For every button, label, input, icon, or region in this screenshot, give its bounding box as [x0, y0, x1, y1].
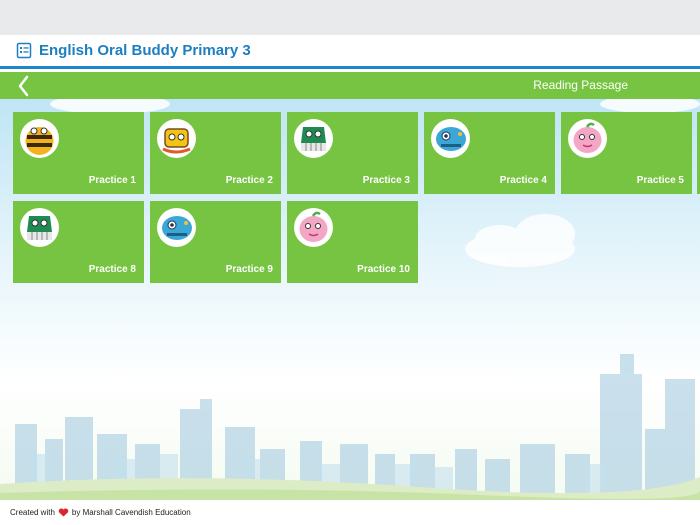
footer: Created with by Marshall Cavendish Educa… — [0, 500, 700, 525]
character-avatar-icon — [294, 119, 333, 158]
browser-top-strip — [0, 0, 700, 35]
practice-label: Practice 10 — [357, 264, 410, 275]
practice-tile[interactable]: Practice 5 — [561, 112, 692, 194]
practice-label: Practice 3 — [362, 175, 410, 186]
practice-tile[interactable]: Practice 8 — [13, 201, 144, 283]
footer-credit: by Marshall Cavendish Education — [71, 508, 191, 517]
section-title: Reading Passage — [533, 78, 628, 92]
practice-label: Practice 9 — [225, 264, 273, 275]
practice-label: Practice 4 — [499, 175, 547, 186]
section-nav-bar: Reading Passage — [0, 72, 700, 99]
practice-tile[interactable]: Practice 3 — [287, 112, 418, 194]
practice-label: Practice 8 — [88, 264, 136, 275]
footer-prefix: Created with — [10, 508, 55, 517]
heart-icon — [58, 508, 69, 517]
practice-label: Practice 2 — [225, 175, 273, 186]
character-avatar-icon — [294, 208, 333, 247]
practice-tile[interactable]: Practice 1 — [13, 112, 144, 194]
book-list-icon — [16, 42, 32, 59]
character-avatar-icon — [431, 119, 470, 158]
app-title: English Oral Buddy Primary 3 — [39, 42, 251, 59]
practice-tile[interactable]: Practice 4 — [424, 112, 555, 194]
character-avatar-icon — [20, 119, 59, 158]
character-avatar-icon — [157, 208, 196, 247]
practice-tile[interactable]: Practice 9 — [150, 201, 281, 283]
character-avatar-icon — [20, 208, 59, 247]
character-avatar-icon — [157, 119, 196, 158]
chevron-left-icon[interactable] — [14, 75, 34, 97]
character-avatar-icon — [568, 119, 607, 158]
practice-tile[interactable]: Practice 2 — [150, 112, 281, 194]
practice-label: Practice 1 — [88, 175, 136, 186]
practice-label: Practice 5 — [636, 175, 684, 186]
app-header: English Oral Buddy Primary 3 — [0, 35, 700, 69]
practice-tile[interactable]: Practice 10 — [287, 201, 418, 283]
practice-content-area: Practice 1 Practice 2 Practice 3 Practice 4… — [0, 99, 700, 500]
